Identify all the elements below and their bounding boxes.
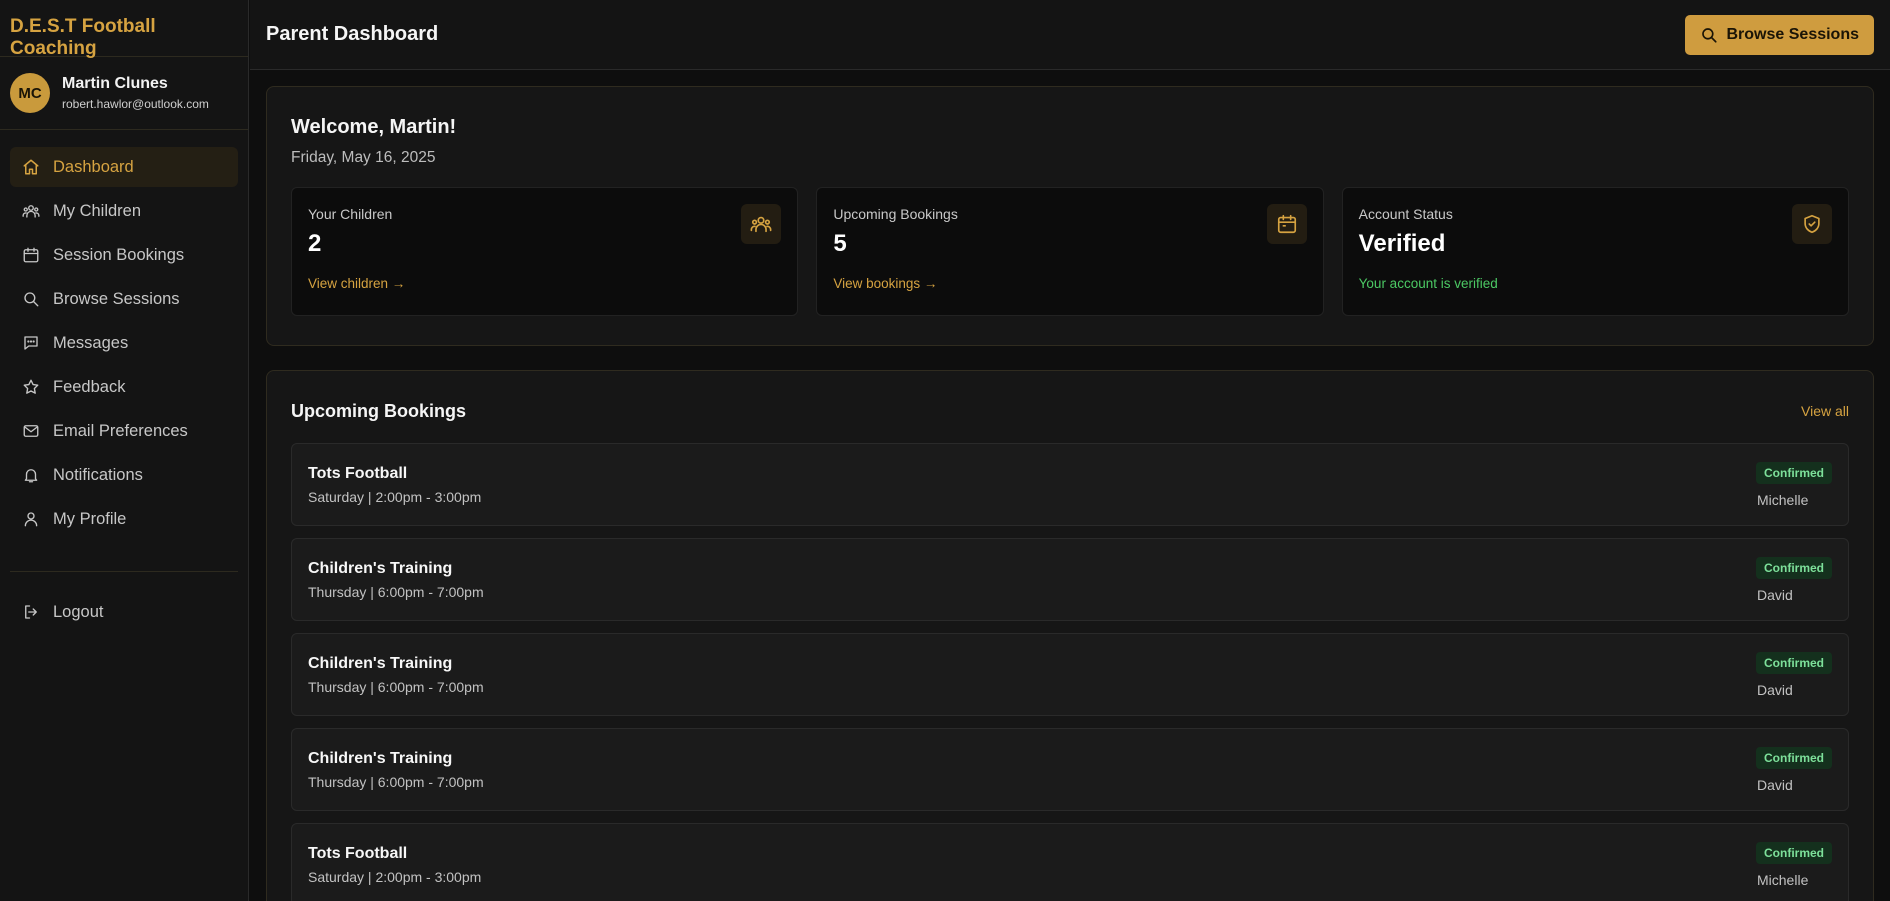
view-children-link[interactable]: View children → (308, 276, 781, 291)
stat-card-children: Your Children 2 View children → (291, 187, 799, 316)
sidebar-item-label: Dashboard (53, 157, 134, 176)
sidebar-item-dashboard[interactable]: Dashboard (10, 147, 238, 187)
stat-icon-box (741, 204, 782, 244)
users-icon (22, 205, 40, 218)
divider (10, 571, 238, 572)
users-icon (750, 216, 772, 233)
message-icon (24, 336, 38, 350)
stat-card-bookings: Upcoming Bookings 5 View bookings → (816, 187, 1324, 316)
avatar: MC (10, 73, 50, 113)
sidebar-item-email-preferences[interactable]: Email Preferences (10, 411, 238, 451)
search-icon (24, 292, 39, 307)
list-item[interactable]: Tots Football Saturday | 2:00pm - 3:00pm… (291, 823, 1849, 901)
booking-list: Tots Football Saturday | 2:00pm - 3:00pm… (291, 443, 1849, 901)
status-badge: Confirmed (1756, 746, 1832, 769)
stat-value: 2 (308, 230, 322, 257)
stat-label: Account Status (1358, 206, 1453, 222)
stat-card-account-status: Account Status Verified Your account is … (1341, 187, 1849, 316)
mail-icon (23, 425, 39, 437)
booking-time: Thursday | 6:00pm - 7:00pm (308, 678, 484, 695)
sidebar-item-label: Browse Sessions (53, 289, 180, 308)
booking-title: Children's Training (308, 654, 453, 672)
sidebar-item-label: Notifications (53, 465, 143, 484)
booking-title: Tots Football (308, 464, 408, 482)
sidebar-item-label: My Children (53, 201, 142, 220)
brand-title[interactable]: D.E.S.T Football Coaching (0, 0, 248, 59)
sidebar-item-label: Email Preferences (53, 421, 188, 440)
stat-label: Your Children (308, 206, 393, 222)
booking-time: Thursday | 6:00pm - 7:00pm (308, 583, 484, 600)
list-item[interactable]: Children's Training Thursday | 6:00pm - … (291, 728, 1849, 811)
stat-value: 5 (833, 230, 847, 257)
sidebar-item-session-bookings[interactable]: Session Bookings (10, 235, 238, 275)
search-icon (1701, 27, 1717, 43)
sidebar-nav: Dashboard My Children Session Bookings B… (0, 130, 248, 632)
booking-title: Children's Training (308, 749, 453, 767)
sidebar-item-my-profile[interactable]: My Profile (10, 499, 238, 539)
booking-time: Saturday | 2:00pm - 3:00pm (308, 488, 482, 505)
sidebar-item-my-children[interactable]: My Children (10, 191, 238, 231)
sidebar-item-label: Session Bookings (53, 245, 185, 264)
sidebar: D.E.S.T Football Coaching MC Martin Clun… (0, 0, 249, 901)
status-badge: Confirmed (1756, 651, 1832, 674)
stat-icon-box (1266, 204, 1307, 244)
bell-icon (24, 469, 38, 483)
status-badge: Confirmed (1756, 461, 1832, 484)
booking-time: Saturday | 2:00pm - 3:00pm (308, 868, 482, 885)
star-icon (23, 379, 39, 394)
bookings-panel: Upcoming Bookings View all Tots Football… (266, 370, 1874, 901)
stat-label: Upcoming Bookings (833, 206, 958, 222)
view-all-link[interactable]: View all (1801, 403, 1849, 419)
child-name: David (1757, 681, 1793, 698)
child-name: Michelle (1757, 491, 1809, 508)
welcome-panel: Welcome, Martin! Friday, May 16, 2025 Yo… (266, 86, 1874, 346)
logout-icon (25, 605, 37, 619)
home-icon (23, 159, 39, 175)
browse-sessions-label: Browse Sessions (1726, 25, 1860, 43)
sidebar-item-label: Feedback (53, 377, 126, 396)
sidebar-item-label: My Profile (53, 509, 127, 528)
shield-check-icon (1804, 214, 1820, 234)
sidebar-item-notifications[interactable]: Notifications (10, 455, 238, 495)
user-email: robert.hawlor@outlook.com (62, 97, 209, 111)
logout-label: Logout (53, 602, 104, 621)
list-item[interactable]: Children's Training Thursday | 6:00pm - … (291, 538, 1849, 621)
welcome-title: Welcome, Martin! (291, 116, 457, 138)
list-item[interactable]: Children's Training Thursday | 6:00pm - … (291, 633, 1849, 716)
sidebar-item-messages[interactable]: Messages (10, 323, 238, 363)
view-bookings-link[interactable]: View bookings → (833, 276, 1306, 291)
child-name: Michelle (1757, 871, 1809, 888)
stats-row: Your Children 2 View children → Upcoming… (291, 187, 1849, 316)
child-name: David (1757, 776, 1793, 793)
sidebar-item-browse-sessions[interactable]: Browse Sessions (10, 279, 238, 319)
child-name: David (1757, 586, 1793, 603)
verified-message: Your account is verified (1358, 276, 1498, 291)
sidebar-item-feedback[interactable]: Feedback (10, 367, 238, 407)
sidebar-item-label: Messages (53, 333, 129, 352)
stat-icon-box (1791, 204, 1832, 244)
page-title: Parent Dashboard (266, 23, 439, 45)
list-item[interactable]: Tots Football Saturday | 2:00pm - 3:00pm… (291, 443, 1849, 526)
calendar-icon (23, 247, 39, 263)
user-icon (24, 512, 38, 527)
status-badge: Confirmed (1756, 556, 1832, 579)
logout-button[interactable]: Logout (10, 592, 238, 632)
user-name: Martin Clunes (62, 75, 168, 92)
calendar-icon (1277, 214, 1296, 234)
welcome-date: Friday, May 16, 2025 (291, 149, 436, 166)
bookings-title: Upcoming Bookings (291, 400, 466, 421)
stat-value: Verified (1358, 230, 1446, 257)
browse-sessions-button[interactable]: Browse Sessions (1684, 14, 1874, 55)
booking-title: Children's Training (308, 559, 453, 577)
status-badge: Confirmed (1756, 841, 1832, 864)
booking-title: Tots Football (308, 844, 408, 862)
header: Parent Dashboard Browse Sessions (250, 0, 1890, 70)
user-card: MC Martin Clunes robert.hawlor@outlook.c… (0, 57, 248, 130)
booking-time: Thursday | 6:00pm - 7:00pm (308, 773, 484, 790)
